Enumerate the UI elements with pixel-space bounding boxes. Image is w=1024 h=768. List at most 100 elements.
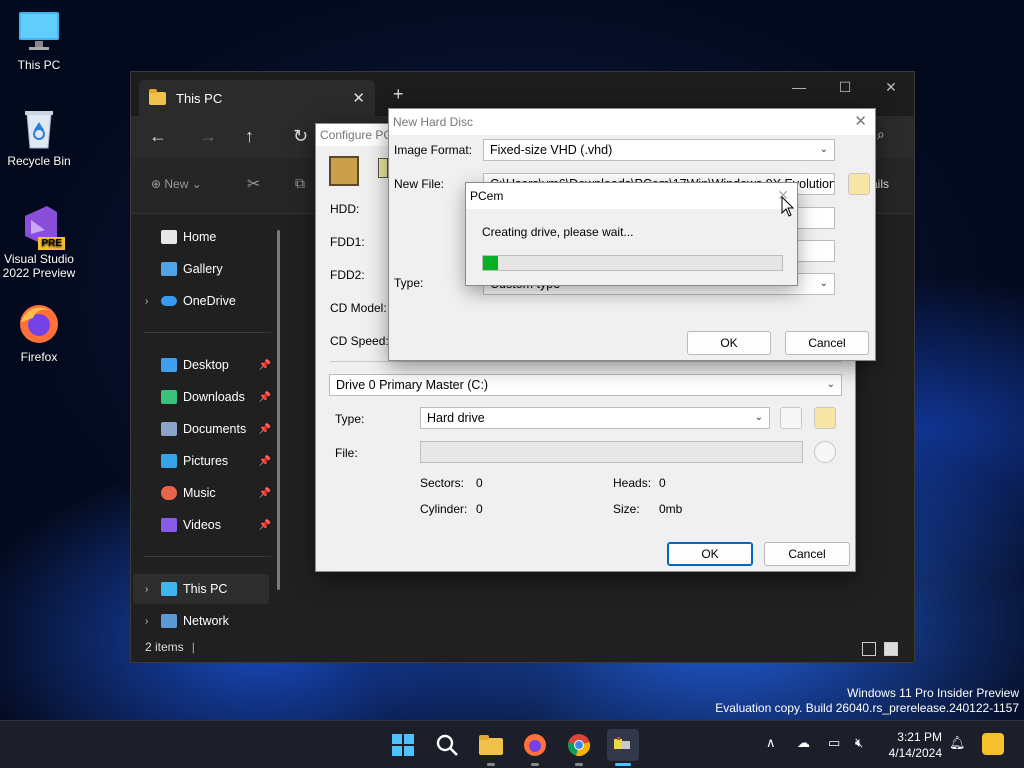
cd-speed-label: CD Speed: (330, 334, 389, 348)
divider (330, 361, 842, 362)
nav-item-music[interactable]: Music 📌 (145, 478, 271, 508)
dialog-title: New Hard Disc (389, 109, 875, 135)
chevron-right-icon[interactable]: › (145, 584, 155, 595)
tab-this-pc[interactable]: This PC ✕ (139, 80, 375, 116)
item-count: 2 items (145, 640, 184, 654)
evaluation-watermark: Windows 11 Pro Insider Preview Evaluatio… (715, 686, 1019, 716)
nav-item-home[interactable]: Home (145, 222, 271, 252)
clock-date: 4/14/2024 (888, 746, 942, 760)
forward-arrow-icon[interactable]: → (199, 126, 217, 147)
pin-icon: 📌 (258, 519, 271, 531)
new-tab-button[interactable]: + (393, 84, 404, 105)
chevron-right-icon[interactable]: › (145, 296, 155, 307)
nav-item-gallery[interactable]: Gallery (145, 254, 271, 284)
search-icon[interactable] (431, 729, 463, 761)
sectors-value: 0 (476, 476, 483, 490)
nav-item-desktop[interactable]: Desktop 📌 (145, 350, 271, 380)
nav-divider (143, 332, 271, 333)
nav-item-this-pc[interactable]: › This PC (133, 574, 269, 604)
nav-item-pictures[interactable]: Pictures 📌 (145, 446, 271, 476)
nav-item-onedrive[interactable]: › OneDrive (145, 286, 271, 316)
firefox-icon[interactable] (519, 729, 551, 766)
network-icon (161, 614, 177, 628)
nav-item-downloads[interactable]: Downloads 📌 (145, 382, 271, 412)
heads-value: 0 (659, 476, 666, 490)
nav-item-documents[interactable]: Documents 📌 (145, 414, 271, 444)
volume-muted-icon[interactable]: 🔇︎ (855, 735, 863, 751)
status-bar: 2 items | (131, 632, 914, 662)
videos-icon (161, 518, 177, 532)
details-view-icon[interactable] (862, 642, 876, 656)
notification-bell-icon[interactable]: 🔔︎ (949, 735, 966, 751)
eject-icon[interactable] (814, 441, 836, 463)
desktop-icon-visual-studio[interactable]: PRE Visual Studio 2022 Preview (1, 204, 77, 280)
close-button[interactable]: ✕ (868, 72, 914, 102)
network-icon[interactable]: ▭ (828, 735, 840, 751)
watermark-line-1: Windows 11 Pro Insider Preview (847, 686, 1019, 700)
pcem-icon[interactable] (607, 729, 639, 766)
file-explorer-icon[interactable] (475, 729, 507, 766)
type-label: Type: (335, 412, 365, 426)
mouse-cursor-icon (781, 196, 795, 217)
desktop-icon-recycle-bin[interactable]: Recycle Bin (1, 106, 77, 168)
desktop-icon (161, 358, 177, 372)
refresh-icon[interactable]: ↻ (293, 126, 308, 147)
desktop-icon-this-pc[interactable]: This PC (1, 10, 77, 72)
insider-preview-icon[interactable] (982, 733, 1004, 755)
chevron-down-icon: ⌄ (819, 144, 828, 155)
maximize-button[interactable]: ☐ (822, 72, 868, 102)
pin-icon: 📌 (258, 391, 271, 403)
pin-icon: 📌 (258, 423, 271, 435)
taskbar: ∧ ☁ ▭ 🔇︎ 3:21 PM 4/14/2024 🔔︎ (0, 720, 1024, 768)
search-icon[interactable]: ⌕ (877, 126, 885, 143)
open-folder-icon[interactable] (814, 407, 836, 429)
file-label: File: (335, 446, 358, 460)
nav-scrollbar[interactable] (277, 230, 280, 590)
new-button-label: New (164, 177, 189, 191)
new-drive-icon[interactable] (780, 407, 802, 429)
dialog-title: PCem (466, 183, 797, 209)
running-indicator (575, 763, 583, 766)
new-button[interactable]: ⊕ New ⌄ (151, 177, 202, 191)
home-icon (161, 230, 177, 244)
copy-icon[interactable]: ⧉ (295, 175, 305, 192)
cancel-button[interactable]: Cancel (785, 331, 869, 355)
chevron-up-icon[interactable]: ∧ (766, 735, 776, 751)
ok-button[interactable]: OK (667, 542, 753, 566)
image-format-select[interactable]: Fixed-size VHD (.vhd) ⌄ (483, 139, 835, 161)
file-path-field[interactable] (420, 441, 803, 463)
running-indicator (531, 763, 539, 766)
close-icon[interactable]: ✕ (854, 112, 867, 130)
display-icon[interactable] (378, 158, 388, 178)
recycle-bin-icon (17, 106, 61, 150)
desktop-icon-firefox[interactable]: Firefox (1, 302, 77, 364)
cloud-offline-icon[interactable]: ☁ (797, 735, 810, 751)
back-arrow-icon[interactable]: ← (149, 126, 167, 147)
ok-button[interactable]: OK (687, 331, 771, 355)
tiles-view-icon[interactable] (884, 642, 898, 656)
drive-type-select[interactable]: Hard drive ⌄ (420, 407, 770, 429)
progress-bar (482, 255, 783, 271)
cancel-button[interactable]: Cancel (764, 542, 850, 566)
browse-folder-icon[interactable] (848, 173, 870, 195)
chevron-right-icon[interactable]: › (145, 616, 155, 627)
download-icon (161, 390, 177, 404)
chrome-icon[interactable] (563, 729, 595, 766)
cut-icon[interactable]: ✂ (247, 174, 260, 194)
nav-item-label: Gallery (183, 262, 223, 276)
nav-item-videos[interactable]: Videos 📌 (145, 510, 271, 540)
tab-close-icon[interactable]: ✕ (352, 89, 365, 107)
up-arrow-icon[interactable]: ↑ (245, 126, 254, 147)
minimize-button[interactable]: — (776, 72, 822, 102)
cloud-icon (161, 296, 177, 306)
drive-select[interactable]: Drive 0 Primary Master (C:) ⌄ (329, 374, 842, 396)
nav-item-label: Documents (183, 422, 247, 436)
nav-item-label: Desktop (183, 358, 229, 372)
start-icon[interactable] (387, 729, 419, 761)
cylinder-value: 0 (476, 502, 483, 516)
nav-item-label: Home (183, 230, 217, 244)
cd-model-label: CD Model: (330, 301, 387, 315)
system-clock[interactable]: 3:21 PM 4/14/2024 (889, 729, 942, 761)
nav-item-label: Network (183, 614, 229, 628)
motherboard-icon[interactable] (329, 156, 359, 186)
